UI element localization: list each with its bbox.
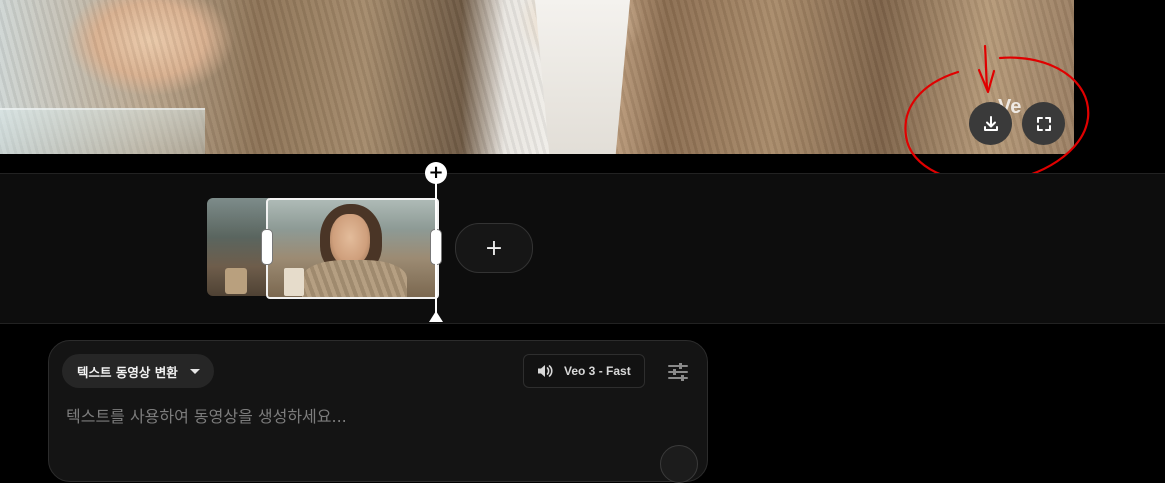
playhead-add-button[interactable]: + bbox=[425, 162, 447, 184]
clip-thumbnail-body bbox=[302, 260, 407, 297]
clip-thumbnail-detail bbox=[284, 268, 304, 296]
video-preview: Ve bbox=[0, 0, 1074, 154]
caret-down-icon bbox=[189, 368, 200, 374]
model-selector-button[interactable]: Veo 3 - Fast bbox=[523, 354, 645, 388]
plus-icon: + bbox=[484, 235, 504, 261]
trim-handle-left[interactable] bbox=[261, 229, 273, 265]
sliders-icon bbox=[668, 363, 688, 381]
fullscreen-button[interactable] bbox=[1022, 102, 1065, 145]
playhead-line[interactable] bbox=[435, 174, 437, 322]
preview-glasses bbox=[0, 108, 205, 154]
timeline: + bbox=[0, 173, 1165, 324]
clip-thumbnail-detail bbox=[225, 268, 247, 294]
download-icon bbox=[983, 115, 998, 131]
settings-button[interactable] bbox=[667, 361, 689, 383]
preview-shirt bbox=[535, 0, 630, 154]
send-button[interactable] bbox=[660, 445, 698, 483]
add-clip-button[interactable]: + bbox=[455, 223, 533, 273]
prompt-input[interactable] bbox=[66, 403, 626, 429]
model-selector-label: Veo 3 - Fast bbox=[564, 364, 631, 378]
timeline-clip-selected[interactable] bbox=[266, 198, 439, 299]
download-button[interactable] bbox=[969, 102, 1012, 145]
plus-icon: + bbox=[428, 162, 444, 183]
mode-dropdown[interactable]: 텍스트 동영상 변환 bbox=[62, 354, 214, 388]
speaker-icon bbox=[538, 365, 553, 377]
fullscreen-icon bbox=[1036, 116, 1051, 131]
clip-thumbnail-face bbox=[330, 214, 370, 266]
prompt-panel: 텍스트 동영상 변환 Veo 3 - Fast bbox=[48, 340, 708, 483]
timeline-clip-previous[interactable] bbox=[207, 198, 269, 296]
playhead-marker[interactable] bbox=[429, 311, 443, 322]
mode-dropdown-label: 텍스트 동영상 변환 bbox=[77, 364, 178, 380]
